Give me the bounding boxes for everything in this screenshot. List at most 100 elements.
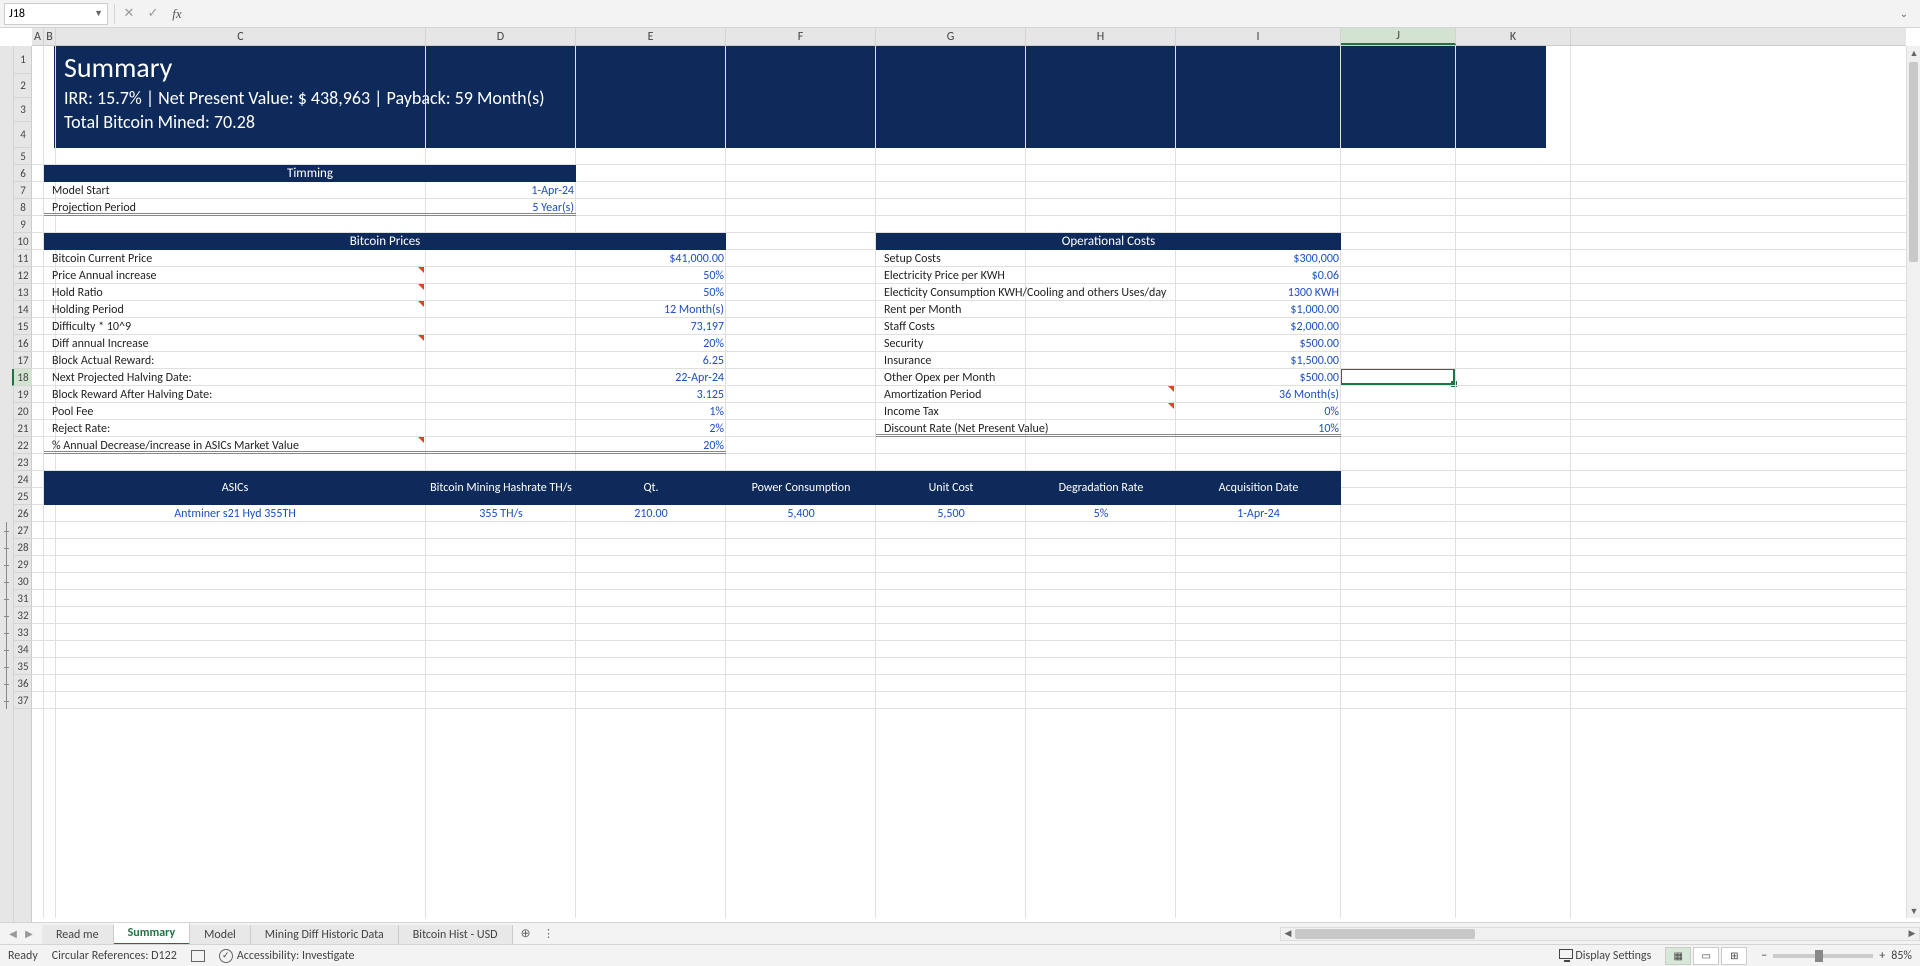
column-header-D[interactable]: D [426, 28, 576, 45]
tab-menu-icon[interactable]: ⋮ [539, 927, 559, 940]
row-header-5[interactable]: 5 [14, 148, 32, 165]
comment-indicator-icon[interactable] [418, 267, 424, 273]
bitcoin-value[interactable]: 12 Month(s) [576, 301, 726, 318]
row-header-1[interactable]: 1 [14, 46, 32, 74]
asics-degr[interactable]: 5% [1026, 505, 1176, 522]
timing-label[interactable]: Model Start [50, 182, 432, 199]
bitcoin-value[interactable]: 20% [576, 335, 726, 352]
page-break-view-button[interactable]: ⊞ [1721, 947, 1747, 965]
bitcoin-label[interactable]: Price Annual increase [50, 267, 552, 284]
opcost-label[interactable]: Amortization Period [882, 386, 1182, 403]
opcost-value[interactable]: $2,000.00 [1176, 318, 1341, 335]
opcost-value[interactable]: $1,000.00 [1176, 301, 1341, 318]
row-header-22[interactable]: 22 [14, 437, 32, 454]
opcost-label[interactable]: Insurance [882, 352, 1182, 369]
scroll-left-icon[interactable]: ◀ [1281, 927, 1295, 941]
opcost-value[interactable]: $300,000 [1176, 250, 1341, 267]
bitcoin-label[interactable]: Holding Period [50, 301, 552, 318]
opcost-value[interactable]: $1,500.00 [1176, 352, 1341, 369]
row-header-36[interactable]: 36 [14, 675, 32, 692]
column-header-K[interactable]: K [1456, 28, 1571, 45]
opcost-value[interactable]: 1300 KWH [1176, 284, 1341, 301]
column-header-E[interactable]: E [576, 28, 726, 45]
row-header-15[interactable]: 15 [14, 318, 32, 335]
opcost-value[interactable]: $500.00 [1176, 335, 1341, 352]
name-box[interactable]: J18 ▼ [4, 3, 108, 25]
opcost-label[interactable]: Income Tax [882, 403, 1182, 420]
row-header-27[interactable]: 27 [14, 522, 32, 539]
column-header-B[interactable]: B [44, 28, 56, 45]
bitcoin-label[interactable]: Hold Ratio [50, 284, 552, 301]
page-layout-view-button[interactable]: ▭ [1693, 947, 1719, 965]
row-header-29[interactable]: 29 [14, 556, 32, 573]
row-header-28[interactable]: 28 [14, 539, 32, 556]
column-header-A[interactable]: A [32, 28, 44, 45]
column-header-C[interactable]: C [56, 28, 426, 45]
bitcoin-label[interactable]: Pool Fee [50, 403, 552, 420]
tab-model[interactable]: Model [190, 925, 251, 945]
row-header-35[interactable]: 35 [14, 658, 32, 675]
row-header-9[interactable]: 9 [14, 216, 32, 233]
fill-handle[interactable] [1451, 381, 1457, 387]
fx-icon[interactable]: fx [165, 3, 189, 25]
opcost-label[interactable]: Security [882, 335, 1182, 352]
row-header-10[interactable]: 10 [14, 233, 32, 250]
bitcoin-label[interactable]: Difficulty * 10^9 [50, 318, 552, 335]
tab-mining-diff-historic-data[interactable]: Mining Diff Historic Data [251, 925, 399, 945]
row-header-2[interactable]: 2 [14, 74, 32, 98]
normal-view-button[interactable]: ▦ [1665, 947, 1691, 965]
column-header-H[interactable]: H [1026, 28, 1176, 45]
row-header-23[interactable]: 23 [14, 454, 32, 471]
row-header-18[interactable]: 18 [12, 369, 32, 386]
scroll-down-icon[interactable]: ▼ [1907, 904, 1920, 918]
bitcoin-label[interactable]: Block Actual Reward: [50, 352, 552, 369]
tab-prev-icon[interactable]: ◀ [6, 927, 20, 941]
tab-summary[interactable]: Summary [114, 923, 191, 945]
bitcoin-value[interactable]: 50% [576, 284, 726, 301]
opcost-label[interactable]: Setup Costs [882, 250, 1182, 267]
bitcoin-value[interactable]: 73,197 [576, 318, 726, 335]
bitcoin-label[interactable]: Diff annual Increase [50, 335, 552, 352]
opcost-value[interactable]: $500.00 [1176, 369, 1341, 386]
cancel-icon[interactable]: ✕ [117, 3, 141, 25]
row-header-19[interactable]: 19 [14, 386, 32, 403]
opcost-label[interactable]: Other Opex per Month [882, 369, 1182, 386]
opcost-label[interactable]: Electicity Consumption KWH/Cooling and o… [882, 284, 1182, 301]
display-settings[interactable]: Display Settings [1559, 949, 1652, 963]
bitcoin-value[interactable]: 6.25 [576, 352, 726, 369]
tab-read-me[interactable]: Read me [42, 925, 114, 945]
asics-cost[interactable]: 5,500 [876, 505, 1026, 522]
row-header-4[interactable]: 4 [14, 122, 32, 148]
bitcoin-label[interactable]: Next Projected Halving Date: [50, 369, 552, 386]
opcost-label[interactable]: Staff Costs [882, 318, 1182, 335]
row-header-3[interactable]: 3 [14, 98, 32, 122]
bitcoin-value[interactable]: 22-Apr-24 [576, 369, 726, 386]
row-header-20[interactable]: 20 [14, 403, 32, 420]
row-header-7[interactable]: 7 [14, 182, 32, 199]
column-header-J[interactable]: J [1341, 28, 1456, 45]
row-header-25[interactable]: 25 [14, 488, 32, 505]
asics-hashrate[interactable]: 355 TH/s [426, 505, 576, 522]
enter-icon[interactable]: ✓ [141, 3, 165, 25]
column-header-G[interactable]: G [876, 28, 1026, 45]
opcost-value[interactable]: 36 Month(s) [1176, 386, 1341, 403]
timing-value[interactable]: 1-Apr-24 [426, 182, 576, 199]
vertical-scrollbar[interactable]: ▲ ▼ [1906, 46, 1920, 918]
bitcoin-value[interactable]: 1% [576, 403, 726, 420]
chevron-down-icon[interactable]: ▼ [94, 8, 103, 19]
tab-next-icon[interactable]: ▶ [22, 927, 36, 941]
row-header-34[interactable]: 34 [14, 641, 32, 658]
opcost-label[interactable]: Electricity Price per KWH [882, 267, 1182, 284]
bitcoin-label[interactable]: Reject Rate: [50, 420, 552, 437]
scroll-up-icon[interactable]: ▲ [1907, 46, 1920, 60]
row-header-14[interactable]: 14 [14, 301, 32, 318]
comment-indicator-icon[interactable] [1168, 403, 1174, 409]
bitcoin-value[interactable]: 50% [576, 267, 726, 284]
row-header-11[interactable]: 11 [14, 250, 32, 267]
zoom-slider[interactable] [1773, 954, 1873, 958]
row-header-8[interactable]: 8 [14, 199, 32, 216]
bitcoin-label[interactable]: Block Reward After Halving Date: [50, 386, 552, 403]
scroll-right-icon[interactable]: ▶ [1905, 927, 1919, 941]
comment-indicator-icon[interactable] [418, 284, 424, 290]
row-header-24[interactable]: 24 [14, 471, 32, 488]
